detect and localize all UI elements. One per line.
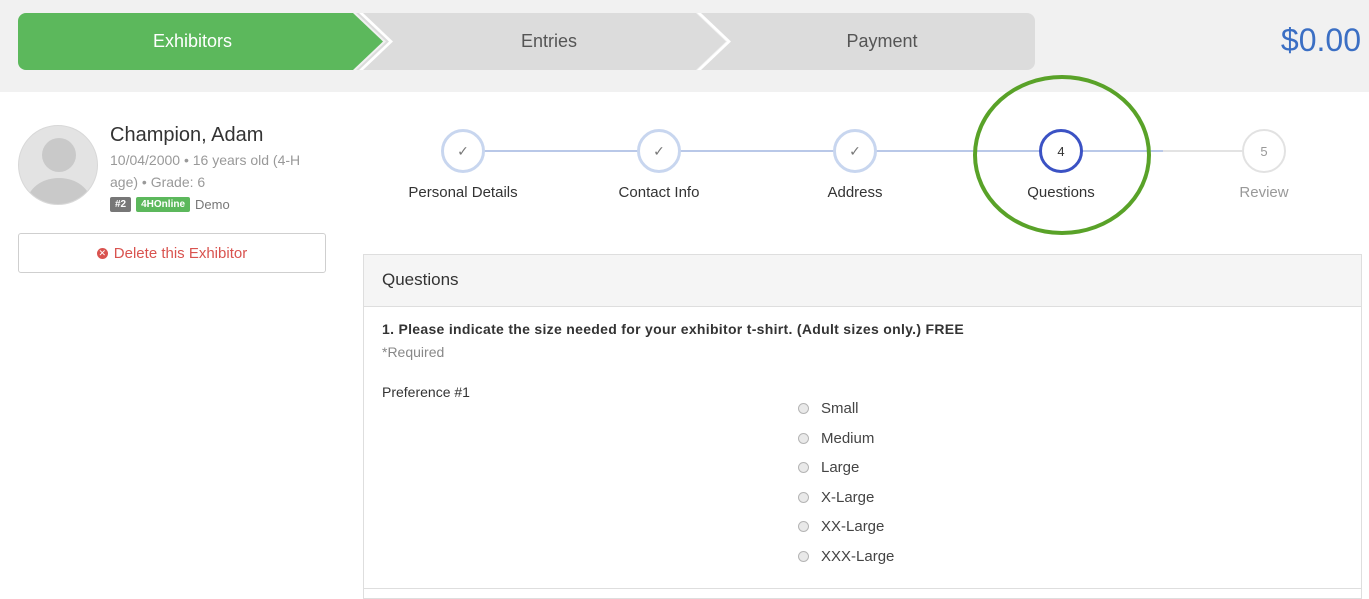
progress-step-personal-details[interactable]: ✓ Personal Details xyxy=(383,129,543,201)
exhibitor-type: Demo xyxy=(195,197,230,212)
progress-step-label: Personal Details xyxy=(408,184,518,201)
option-label: Small xyxy=(821,400,859,418)
source-badge: 4HOnline xyxy=(136,197,191,212)
question-text: 1. Please indicate the size needed for y… xyxy=(382,321,965,337)
exhibitor-details: 10/04/2000 • 16 years old (4-H age) • Gr… xyxy=(110,152,301,190)
wizard-step-entries[interactable]: Entries xyxy=(356,13,726,70)
option-label: XX-Large xyxy=(821,518,885,536)
exhibitor-number-badge: #2 xyxy=(110,197,132,212)
panel-heading: Questions xyxy=(364,255,1361,307)
delete-exhibitor-label: Delete this Exhibitor xyxy=(113,244,248,262)
radio-button[interactable] xyxy=(798,521,809,533)
progress-step-review[interactable]: 5 Review xyxy=(1184,129,1344,201)
progress-step-marker: ✓ xyxy=(833,129,877,173)
progress-step-address[interactable]: ✓ Address xyxy=(775,129,935,201)
check-icon: ✓ xyxy=(849,142,861,159)
wizard-step-label: Exhibitors xyxy=(152,31,233,51)
option-label: Large xyxy=(821,459,860,477)
size-option-large[interactable]: Large xyxy=(798,453,894,483)
registration-progress: ✓ Personal Details ✓ Contact Info ✓ Addr… xyxy=(363,110,1363,210)
radio-button[interactable] xyxy=(798,462,809,474)
progress-step-marker: ✓ xyxy=(637,129,681,173)
radio-button[interactable] xyxy=(798,550,809,562)
radio-button[interactable] xyxy=(798,432,809,444)
wizard-steps: Exhibitors Entries Payment xyxy=(18,13,1035,70)
radio-button[interactable] xyxy=(798,403,809,415)
check-icon: ✓ xyxy=(457,142,469,159)
wizard-step-label: Entries xyxy=(520,31,578,51)
wizard-step-payment[interactable]: Payment xyxy=(697,13,1035,70)
size-option-x-large[interactable]: X-Large xyxy=(798,483,894,513)
progress-step-marker: 5 xyxy=(1242,129,1286,173)
tshirt-size-options: Small Medium Large X-Large XX-Large XXX-… xyxy=(798,394,894,571)
progress-step-marker: ✓ xyxy=(441,129,485,173)
radio-button[interactable] xyxy=(798,491,809,503)
avatar-body-shape xyxy=(27,178,91,204)
progress-step-label: Contact Info xyxy=(618,184,700,201)
remove-circle-icon: ✕ xyxy=(96,247,108,259)
exhibitor-name: Champion, Adam xyxy=(110,124,264,146)
option-label: Medium xyxy=(821,429,875,447)
check-icon: ✓ xyxy=(653,142,665,159)
avatar xyxy=(18,125,98,205)
exhibitor-tags: #2 4HOnline Demo xyxy=(110,197,230,212)
wizard-step-label: Payment xyxy=(846,31,918,51)
size-option-small[interactable]: Small xyxy=(798,394,894,424)
questions-panel: Questions 1. Please indicate the size ne… xyxy=(363,254,1362,599)
cart-total: $0.00 xyxy=(1280,22,1361,58)
required-note: *Required xyxy=(382,344,445,360)
panel-divider xyxy=(364,588,1361,589)
step-number: 5 xyxy=(1260,143,1268,159)
option-label: XXX-Large xyxy=(821,547,895,565)
preference-label: Preference #1 xyxy=(382,384,470,400)
size-option-medium[interactable]: Medium xyxy=(798,424,894,454)
annotation-highlight-circle xyxy=(973,75,1151,235)
progress-step-contact-info[interactable]: ✓ Contact Info xyxy=(579,129,739,201)
checkout-wizard-bar: Exhibitors Entries Payment $0.00 xyxy=(0,0,1369,92)
progress-step-label: Review xyxy=(1239,184,1289,201)
size-option-xx-large[interactable]: XX-Large xyxy=(798,512,894,542)
option-label: X-Large xyxy=(821,488,875,506)
size-option-xxx-large[interactable]: XXX-Large xyxy=(798,542,894,572)
delete-exhibitor-button[interactable]: ✕ Delete this Exhibitor xyxy=(18,233,326,273)
wizard-step-exhibitors[interactable]: Exhibitors xyxy=(18,13,383,70)
progress-step-label: Address xyxy=(827,184,883,201)
avatar-head-shape xyxy=(42,138,76,172)
